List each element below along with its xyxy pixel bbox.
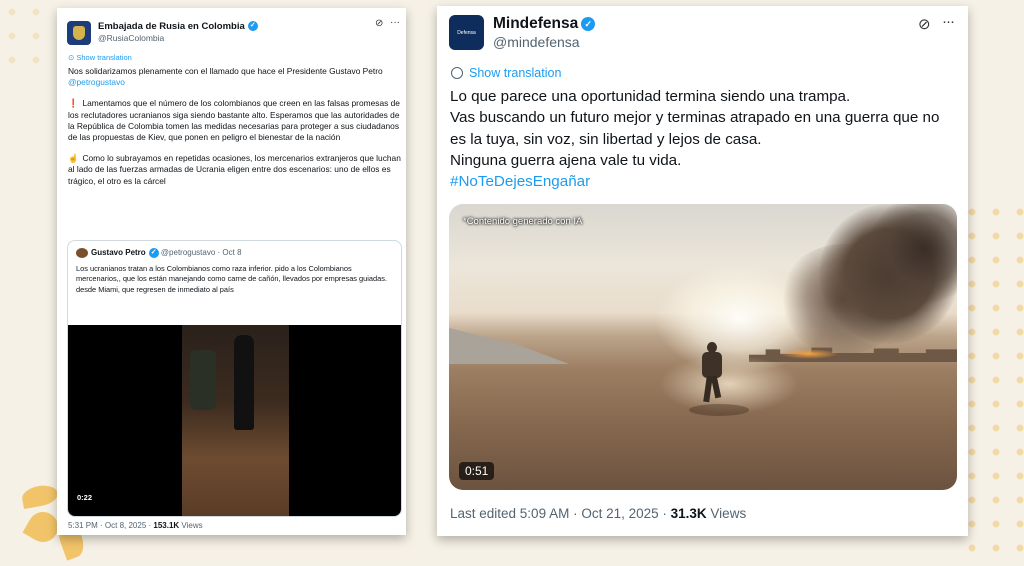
tweet-line: es la tuya, sin voz, sin libertad y lejo… [450,130,762,148]
views-count: 153.1K [153,521,180,530]
quoted-tweet-header: Gustavo Petro ✓ @petrogustavo · Oct 8 [76,248,242,258]
verified-badge-icon: ✓ [247,21,258,32]
video-scene-soldier [699,342,725,404]
tweet-line: Lo que parece una oportunidad termina si… [450,88,851,105]
timestamp[interactable]: Last edited 5:09 AM · Oct 21, 2025 · [450,506,671,521]
author-handle[interactable]: @mindefensa [493,34,580,50]
video-scene-fire [779,349,839,359]
author-name-text[interactable]: Mindefensa [493,15,578,32]
video-frame [182,325,289,516]
author-handle[interactable]: @RusiaColombia [98,33,164,43]
quoted-author-handle[interactable]: @petrogustavo [161,248,215,257]
decorative-petal [20,483,60,509]
quoted-tweet-text: Los ucranianos tratan a los Colombianos … [76,264,387,294]
more-options-icon[interactable]: ··· [390,17,400,28]
grok-icon[interactable]: ⊘ [918,15,931,33]
tweet-text: Nos solidarizamos plenamente con el llam… [68,66,403,197]
pointing-hand-icon: ☝ [68,153,79,164]
show-translation-link[interactable]: ⊙ Show translation [68,53,132,62]
paragraph-text: Como lo subrayamos en repetidas ocasione… [68,153,401,186]
video-duration: 0:51 [459,462,495,480]
grok-icon[interactable]: ⊘ [375,18,383,29]
author-name-text[interactable]: Embajada de Rusia en Colombia [98,21,245,32]
more-options-icon[interactable]: ··· [942,13,955,30]
views-count: 31.3K [670,506,707,521]
tweet-line: Ninguna guerra ajena vale tu vida. [450,151,682,169]
video-duration: 0:22 [77,493,93,502]
show-translation-link[interactable]: Show translation [469,66,561,80]
quoted-tweet[interactable]: Gustavo Petro ✓ @petrogustavo · Oct 8 Los… [67,240,402,517]
views-label: Views [706,506,747,521]
verified-badge-icon: ✓ [581,16,596,31]
quoted-author-name[interactable]: Gustavo Petro [91,248,146,257]
decorative-dots-top-left [0,0,58,70]
ai-generated-label: *Contenido generado con IA [463,216,583,227]
views-label: Views [179,521,203,530]
tweet-paragraph: ❗ Lamentamos que el número de los colombi… [68,98,403,143]
paragraph-text: Nos solidarizamos plenamente con el llam… [68,66,383,76]
video-figure [190,350,216,410]
avatar[interactable]: Defensa [449,15,484,50]
tweet-footer: Last edited 5:09 AM · Oct 21, 2025 · 31.… [450,506,746,521]
tweet-card-mindefensa[interactable]: Defensa Mindefensa ✓ @mindefensa ⊘ ··· Sh… [437,6,968,536]
video-scene-shadow [689,404,749,416]
mention-link[interactable]: @petrogustavo [68,77,125,87]
verified-badge-icon: ✓ [148,248,159,258]
author-name[interactable]: Mindefensa ✓ [493,15,596,33]
video-player[interactable]: *Contenido generado con IA 0:51 [449,204,957,490]
translate-icon [451,67,463,79]
video-scene-mountain [449,328,569,364]
show-translation-label: Show translation [76,53,132,62]
paragraph-text: Lamentamos que el número de los colombia… [68,98,400,143]
quoted-date: · Oct 8 [217,248,242,258]
quoted-video-player[interactable]: 0:22 [68,325,401,516]
tweet-paragraph: ☝ Como lo subrayamos en repetidas ocasion… [68,153,403,187]
tweet-line: Vas buscando un futuro mejor y terminas … [450,109,940,127]
timestamp[interactable]: 5:31 PM · Oct 8, 2025 · [68,521,153,530]
author-name[interactable]: Embajada de Rusia en Colombia ✓ [98,21,258,32]
exclamation-icon: ❗ [68,98,79,109]
tweet-text: Lo que parece una oportunidad termina si… [450,86,965,192]
tweet-footer: 5:31 PM · Oct 8, 2025 · 153.1K Views [68,521,203,530]
avatar-logo-text: Defensa [457,29,476,36]
video-figure [234,335,254,430]
hashtag-link[interactable]: #NoTeDejesEngañar [450,171,965,192]
tweet-card-embajada[interactable]: Embajada de Rusia en Colombia ✓ @RusiaCol… [57,8,406,535]
coat-of-arms-icon [73,26,85,40]
decorative-dots-right [960,200,1024,566]
avatar[interactable] [67,21,91,45]
tweet-paragraph: Nos solidarizamos plenamente con el llam… [68,66,403,88]
avatar[interactable] [76,248,88,258]
